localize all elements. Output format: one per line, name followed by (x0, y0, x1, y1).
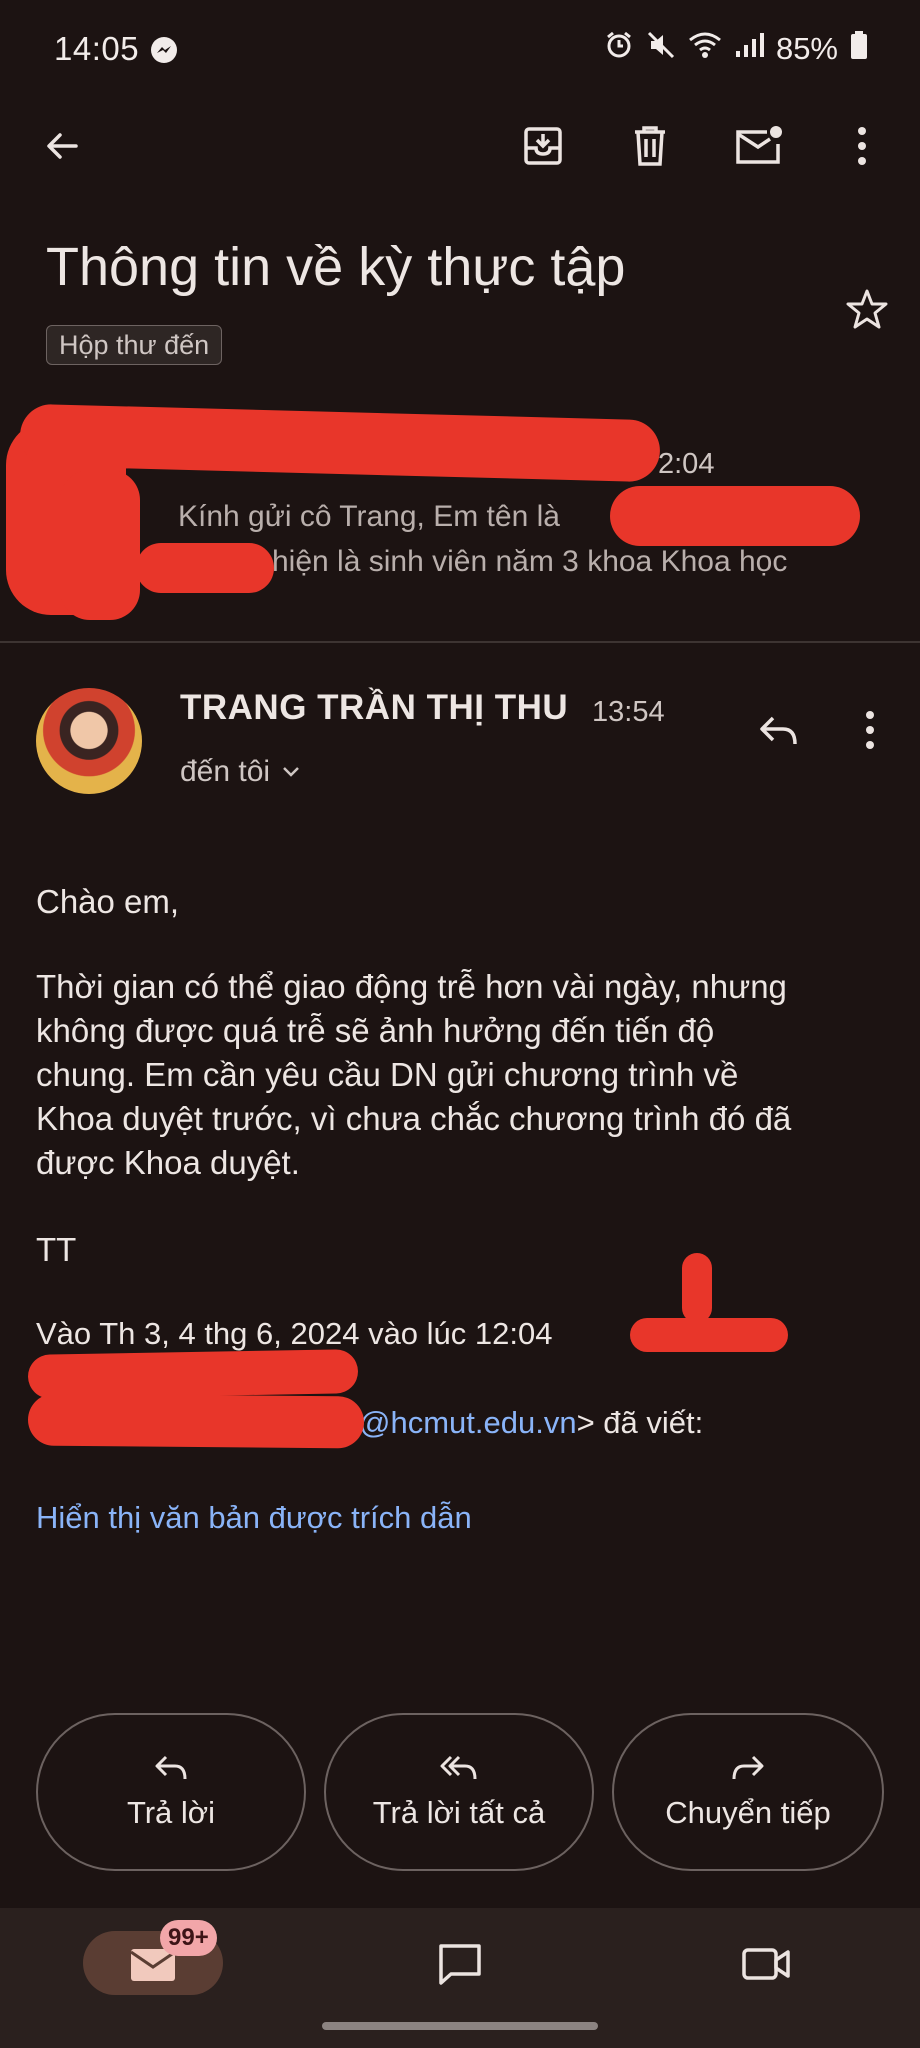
body-line: Thời gian có thể giao động trễ hơn vài n… (36, 968, 787, 1005)
more-vert-icon (866, 711, 874, 749)
messenger-icon (150, 36, 178, 69)
reply-action-button[interactable]: Trả lời (36, 1713, 306, 1871)
alarm-icon (604, 30, 634, 68)
sender-name: TRANG TRẦN THỊ THU (180, 688, 569, 727)
email-subject: Thông tin về kỳ thực tập (46, 237, 626, 297)
reply-all-label: Trả lời tất cả (372, 1795, 546, 1830)
body-line: Khoa duyệt trước, vì chưa chắc chương tr… (36, 1100, 792, 1137)
collapsed-snippet-line2: hiện là sinh viên năm 3 khoa Khoa học (272, 545, 788, 578)
star-button[interactable] (842, 284, 892, 334)
forward-icon (732, 1755, 764, 1780)
forward-label: Chuyển tiếp (665, 1795, 831, 1830)
arrow-back-icon (47, 133, 78, 159)
message-divider (0, 641, 920, 643)
reply-label: Trả lời (126, 1795, 216, 1830)
archive-button[interactable] (515, 118, 571, 174)
collapsed-message-time: 2:04 (658, 448, 715, 480)
home-indicator[interactable] (322, 2022, 598, 2030)
redaction-mark (136, 543, 274, 593)
chat-icon (439, 1944, 481, 1985)
redaction-mark (27, 1349, 359, 1399)
mute-icon (646, 30, 676, 68)
status-bar: 14:05 85% (0, 0, 920, 100)
star-icon (846, 289, 888, 329)
redaction-mark (682, 1253, 712, 1323)
body-greeting: Chào em, (36, 883, 180, 920)
signal-icon (734, 31, 764, 67)
video-camera-icon (742, 1948, 790, 1980)
mark-unread-icon (736, 126, 782, 164)
nav-meet-tab[interactable] (728, 1932, 804, 1996)
redaction-mark (610, 486, 860, 546)
status-time: 14:05 (54, 30, 140, 67)
battery-percent: 85% (775, 31, 838, 66)
redaction-mark (630, 1318, 788, 1352)
nav-chat-tab[interactable] (422, 1932, 498, 1996)
mail-count-badge: 99+ (160, 1920, 217, 1956)
mark-unread-button[interactable] (729, 118, 789, 174)
recipient-label: đến tôi (180, 755, 271, 788)
sender-avatar[interactable] (36, 688, 142, 794)
quote-email-link[interactable]: @hcmut.edu.vn (359, 1405, 577, 1440)
wifi-icon (688, 31, 722, 67)
more-vert-icon (858, 127, 866, 165)
battery-icon (850, 30, 868, 68)
back-button[interactable] (34, 118, 90, 174)
signature: TT (36, 1231, 77, 1268)
trash-icon (635, 126, 665, 166)
reply-icon (760, 716, 797, 745)
more-options-button[interactable] (836, 118, 888, 174)
collapsed-snippet-line1: Kính gửi cô Trang, Em tên là (178, 500, 560, 533)
reply-icon (155, 1755, 187, 1780)
message-more-button[interactable] (848, 704, 892, 756)
body-line: được Khoa duyệt. (36, 1144, 300, 1181)
chevron-down-icon (283, 767, 299, 777)
inbox-label-chip[interactable]: Hộp thư đến (46, 325, 223, 365)
quote-suffix: > đã viết: (576, 1405, 704, 1440)
recipient-details-toggle[interactable]: đến tôi (180, 755, 302, 789)
reply-button[interactable] (752, 704, 804, 756)
quote-header: Vào Th 3, 4 thg 6, 2024 vào lúc 12:04 (36, 1316, 553, 1351)
delete-button[interactable] (622, 118, 678, 174)
show-quoted-text-link[interactable]: Hiển thị văn bản được trích dẫn (36, 1500, 472, 1536)
status-icons: 85% (604, 30, 868, 68)
redaction-mark (60, 470, 140, 620)
forward-action-button[interactable]: Chuyển tiếp (612, 1713, 884, 1871)
reply-all-icon (440, 1755, 477, 1780)
redaction-mark (27, 1393, 365, 1449)
archive-icon (524, 127, 562, 165)
body-line: chung. Em cần yêu cầu DN gửi chương trìn… (36, 1056, 739, 1093)
body-line: không được quá trễ sẽ ảnh hưởng đến tiến… (36, 1012, 715, 1049)
message-time: 13:54 (592, 696, 665, 728)
top-toolbar (0, 100, 920, 190)
reply-all-action-button[interactable]: Trả lời tất cả (324, 1713, 594, 1871)
